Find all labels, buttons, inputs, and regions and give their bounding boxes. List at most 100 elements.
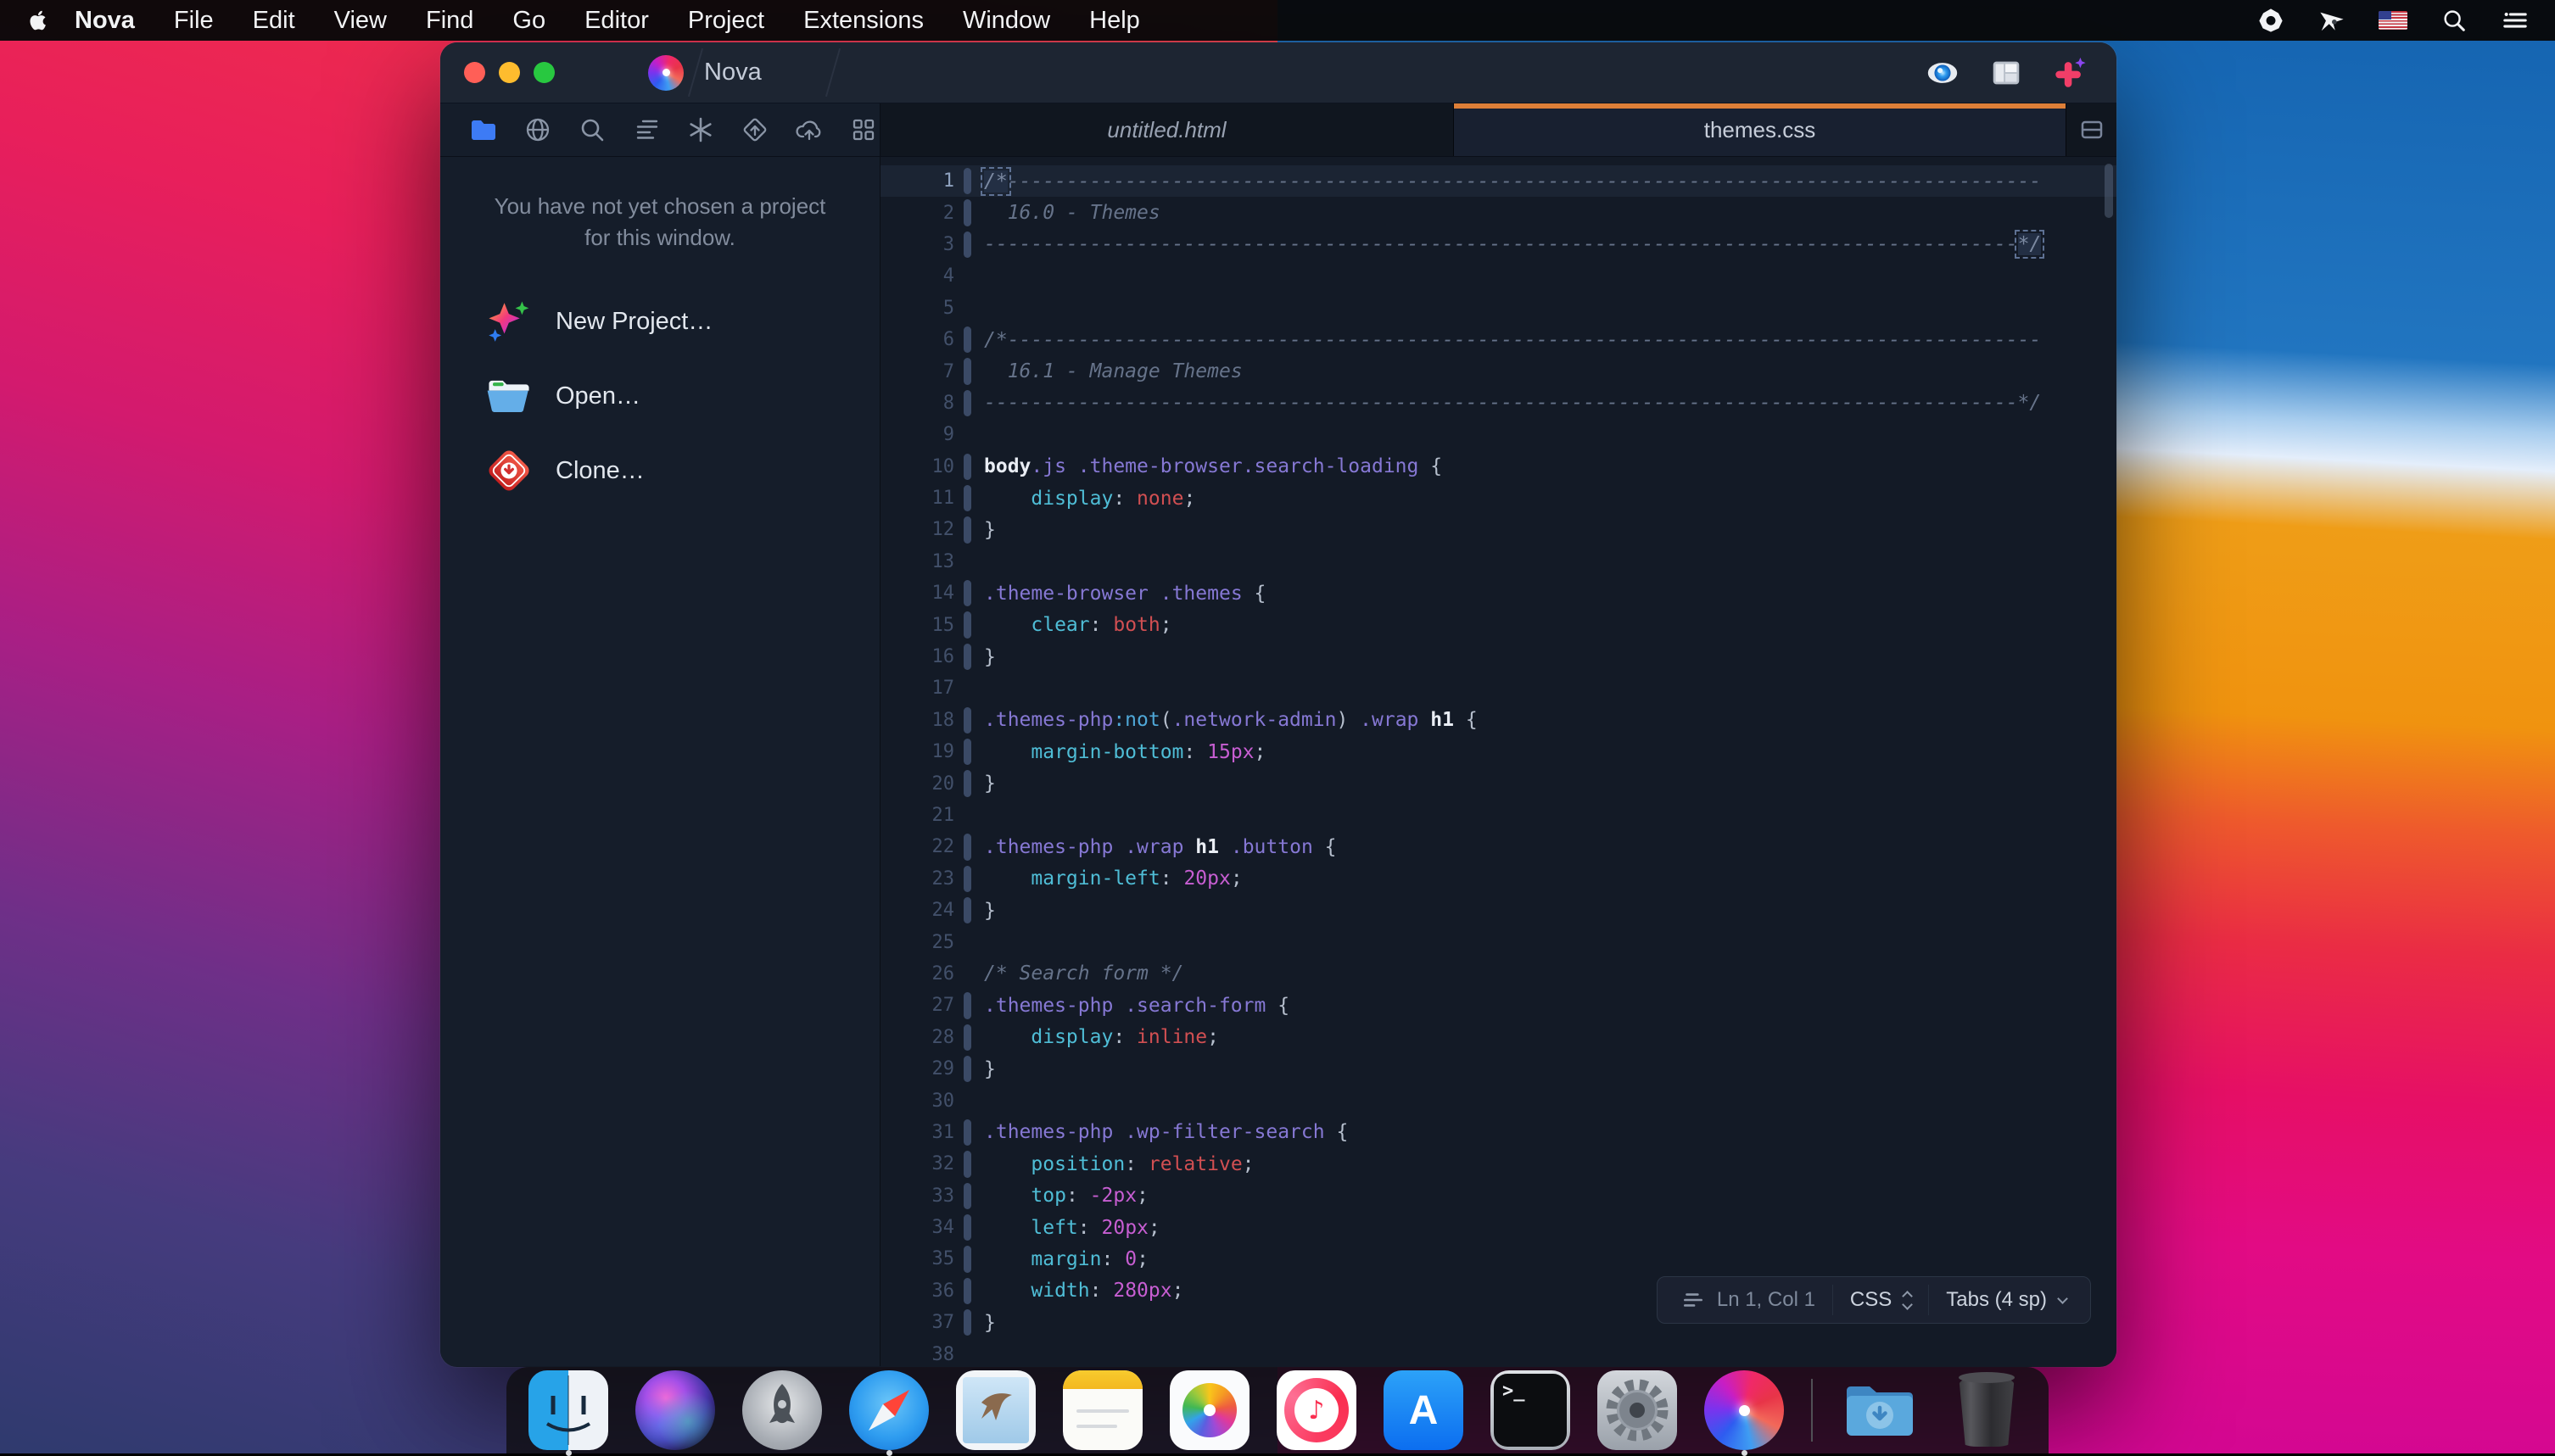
- menu-item-editor[interactable]: Editor: [565, 7, 668, 35]
- menu-item-go[interactable]: Go: [493, 7, 565, 35]
- us-flag-input-icon[interactable]: [2379, 6, 2407, 35]
- close-button[interactable]: [464, 62, 485, 83]
- sidebar-tool-clippings-icon[interactable]: [685, 114, 716, 145]
- menu-item-view[interactable]: View: [315, 7, 406, 35]
- dock-downloads-icon[interactable]: [1840, 1370, 1920, 1450]
- code-text[interactable]: .themes-php:not(.network-admin) .wrap h1…: [984, 709, 1478, 731]
- fold-indicator[interactable]: [954, 451, 984, 483]
- fold-indicator[interactable]: [954, 990, 984, 1021]
- sidebar-tool-remote-icon[interactable]: [523, 114, 553, 145]
- sidebar-tool-search-icon[interactable]: [577, 114, 607, 145]
- code-text[interactable]: clear: both;: [984, 614, 1172, 636]
- minimize-button[interactable]: [499, 62, 520, 83]
- fold-indicator[interactable]: [954, 831, 984, 862]
- dock-music-icon[interactable]: ♪: [1277, 1370, 1356, 1450]
- code-text[interactable]: .themes-php .wrap h1 .button {: [984, 836, 1337, 858]
- fold-indicator[interactable]: [954, 388, 984, 419]
- fold-indicator[interactable]: [954, 577, 984, 609]
- sidebar-tool-symbols-icon[interactable]: [631, 114, 662, 145]
- dock-app-store-icon[interactable]: A: [1384, 1370, 1463, 1450]
- language-selector[interactable]: CSS: [1832, 1285, 1928, 1315]
- editor-layout-icon[interactable]: [1988, 55, 2024, 91]
- menu-item-app[interactable]: Nova: [63, 7, 154, 35]
- fold-indicator[interactable]: [954, 514, 984, 545]
- fold-indicator[interactable]: [954, 705, 984, 736]
- code-text[interactable]: position: relative;: [984, 1153, 1255, 1175]
- dock-nova-icon[interactable]: [1704, 1370, 1784, 1450]
- split-editor-icon[interactable]: [2077, 114, 2107, 145]
- code-text[interactable]: 16.1 - Manage Themes: [984, 360, 1243, 382]
- dock-terminal-icon[interactable]: >_: [1490, 1370, 1570, 1450]
- scrollbar-thumb[interactable]: [2105, 164, 2113, 218]
- cursor-position-segment[interactable]: Ln 1, Col 1: [1664, 1285, 1832, 1315]
- title-bar[interactable]: Nova: [440, 42, 2116, 103]
- dock-siri-icon[interactable]: [635, 1370, 715, 1450]
- action-open[interactable]: Open…: [440, 359, 880, 433]
- sidebar-tool-publish-icon[interactable]: [794, 114, 825, 145]
- code-text[interactable]: }: [984, 900, 996, 922]
- code-text[interactable]: /*--------------------------------------…: [984, 170, 2041, 192]
- code-text[interactable]: }: [984, 773, 996, 795]
- sidebar-tool-extensions-icon[interactable]: [848, 114, 879, 145]
- dock-system-preferences-icon[interactable]: [1597, 1370, 1677, 1450]
- dock-photos-icon[interactable]: [1170, 1370, 1250, 1450]
- preview-eye-icon[interactable]: [1925, 55, 1960, 91]
- fold-indicator[interactable]: [954, 736, 984, 767]
- pointer-tool-icon[interactable]: [2317, 6, 2346, 35]
- tab-themes.css[interactable]: themes.css: [1454, 103, 2066, 156]
- code-text[interactable]: }: [984, 1058, 996, 1080]
- fold-indicator[interactable]: [954, 641, 984, 672]
- code-text[interactable]: margin: 0;: [984, 1248, 1149, 1270]
- code-text[interactable]: left: 20px;: [984, 1217, 1160, 1239]
- fold-indicator[interactable]: [954, 1117, 984, 1148]
- dock-trash-icon[interactable]: [1947, 1370, 2027, 1450]
- dock-safari-icon[interactable]: [849, 1370, 929, 1450]
- code-text[interactable]: 16.0 - Themes: [984, 202, 1160, 224]
- code-text[interactable]: ----------------------------------------…: [984, 392, 2041, 414]
- fold-indicator[interactable]: [954, 1212, 984, 1243]
- dock-mail-icon[interactable]: [956, 1370, 1036, 1450]
- tab-untitled.html[interactable]: untitled.html: [881, 103, 1454, 156]
- code-text[interactable]: /*--------------------------------------…: [984, 329, 2041, 351]
- menu-item-file[interactable]: File: [154, 7, 233, 35]
- code-editor[interactable]: 1/*-------------------------------------…: [881, 157, 2116, 1366]
- menu-item-help[interactable]: Help: [1070, 7, 1160, 35]
- code-text[interactable]: .themes-php .search-form {: [984, 995, 1289, 1017]
- menu-item-project[interactable]: Project: [668, 7, 784, 35]
- code-text[interactable]: .theme-browser .themes {: [984, 583, 1266, 605]
- code-text[interactable]: display: none;: [984, 488, 1195, 510]
- fold-indicator[interactable]: [954, 197, 984, 228]
- fold-indicator[interactable]: [954, 767, 984, 799]
- fold-indicator[interactable]: [954, 1275, 984, 1307]
- menu-item-extensions[interactable]: Extensions: [784, 7, 943, 35]
- avast-icon[interactable]: [2256, 6, 2285, 35]
- menu-item-find[interactable]: Find: [406, 7, 493, 35]
- code-text[interactable]: top: -2px;: [984, 1185, 1149, 1207]
- code-text[interactable]: }: [984, 646, 996, 668]
- fold-indicator[interactable]: [954, 355, 984, 387]
- fold-indicator[interactable]: [954, 895, 984, 926]
- code-text[interactable]: width: 280px;: [984, 1280, 1183, 1302]
- zoom-button[interactable]: [534, 62, 555, 83]
- dock-launchpad-icon[interactable]: [742, 1370, 822, 1450]
- code-text[interactable]: body.js .theme-browser.search-loading {: [984, 455, 1442, 477]
- dock-finder-icon[interactable]: [528, 1370, 608, 1450]
- code-text[interactable]: }: [984, 519, 996, 541]
- fold-indicator[interactable]: [954, 1022, 984, 1053]
- fold-indicator[interactable]: [954, 324, 984, 355]
- fold-indicator[interactable]: [954, 1307, 984, 1338]
- sidebar-tool-files-icon[interactable]: [468, 114, 499, 145]
- action-clone[interactable]: Clone…: [440, 433, 880, 508]
- fold-indicator[interactable]: [954, 1148, 984, 1180]
- code-text[interactable]: .themes-php .wp-filter-search {: [984, 1121, 1348, 1143]
- code-text[interactable]: }: [984, 1312, 996, 1334]
- fold-indicator[interactable]: [954, 1180, 984, 1212]
- fold-indicator[interactable]: [954, 609, 984, 640]
- fold-indicator[interactable]: [954, 229, 984, 260]
- new-sparkle-icon[interactable]: [2052, 55, 2088, 91]
- fold-indicator[interactable]: [954, 863, 984, 895]
- menu-item-window[interactable]: Window: [943, 7, 1070, 35]
- code-text[interactable]: /* Search form */: [984, 962, 1183, 985]
- dock-notes-icon[interactable]: [1063, 1370, 1143, 1450]
- code-text[interactable]: display: inline;: [984, 1026, 1219, 1048]
